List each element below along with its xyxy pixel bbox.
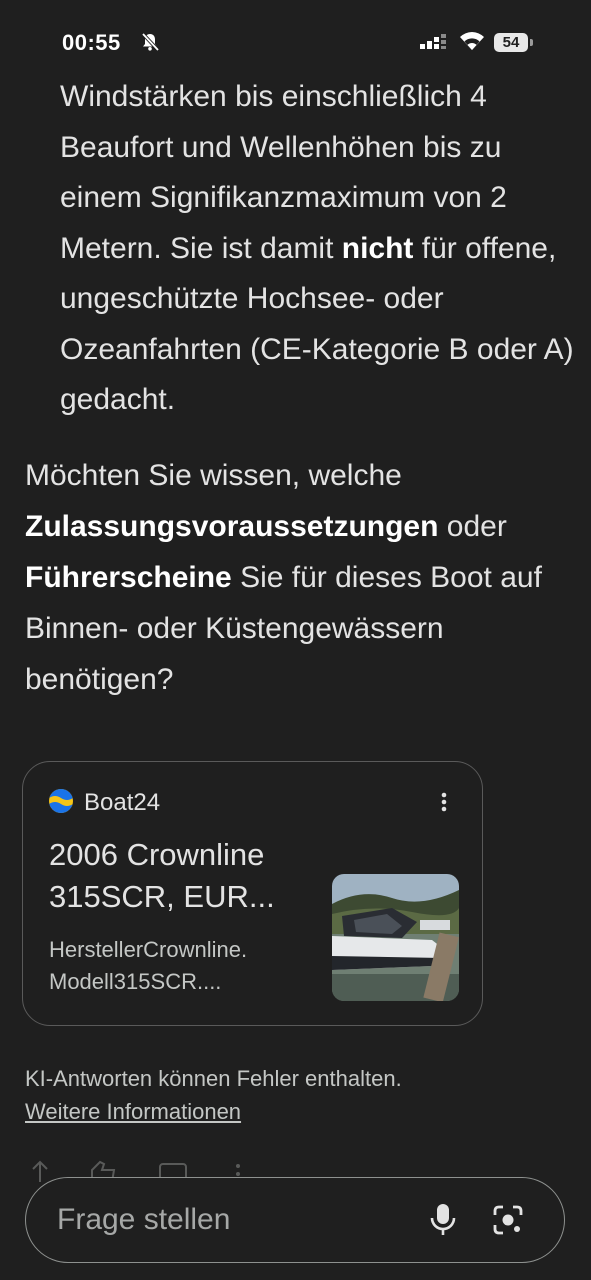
follow-up-bold: Zulassungsvoraussetzungen (25, 510, 439, 543)
signal-icon (420, 34, 450, 57)
boat24-logo-icon (49, 789, 73, 813)
battery-tip (530, 39, 533, 46)
bell-muted-icon (140, 32, 160, 57)
microphone-icon[interactable] (428, 1202, 458, 1243)
boat-thumbnail (332, 874, 459, 1001)
follow-up-text: oder (438, 510, 507, 543)
ask-bar[interactable] (25, 1177, 565, 1263)
wifi-icon (458, 30, 486, 57)
status-bar: 00:55 54 (0, 0, 591, 80)
ask-input[interactable] (57, 1200, 387, 1240)
more-info-link[interactable]: Weitere Informationen (25, 1099, 241, 1125)
ai-disclaimer: KI-Antworten können Fehler enthalten. (25, 1066, 402, 1091)
follow-up-bold: Führerscheine (25, 561, 232, 594)
source-snippet: HerstellerCrownline. Modell315SCR.... (49, 937, 248, 994)
source-card[interactable]: Boat24 2006 Crownline 315SCR, EUR... Her… (22, 761, 483, 1026)
follow-up-text: Möchten Sie wissen, welche (25, 459, 402, 492)
answer-list-paragraph: Windstärken bis einschließlich 4 Beaufor… (60, 72, 580, 426)
source-title: 2006 Crownline 315SCR, EUR... (49, 837, 275, 914)
follow-up-question: Möchten Sie wissen, welche Zulassungsvor… (25, 450, 575, 705)
answer-text-bold: nicht (341, 231, 414, 265)
more-options-icon[interactable] (435, 790, 453, 819)
source-name: Boat24 (84, 789, 161, 816)
lens-icon[interactable] (492, 1204, 524, 1241)
battery-icon: 54 (494, 33, 528, 52)
status-time: 00:55 (62, 30, 121, 55)
